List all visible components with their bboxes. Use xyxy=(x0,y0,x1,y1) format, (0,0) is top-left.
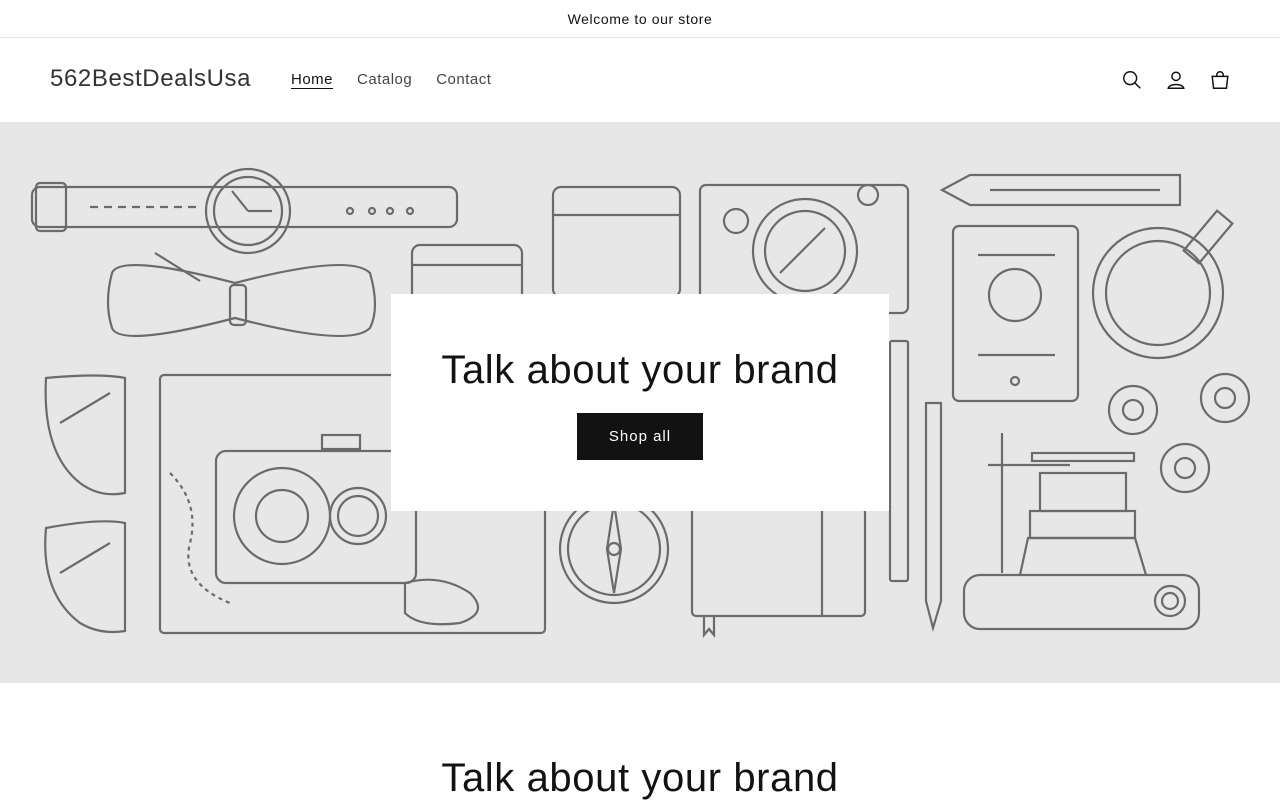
nav-home[interactable]: Home xyxy=(291,71,333,88)
account-icon[interactable] xyxy=(1154,66,1198,94)
section-title: Talk about your brand xyxy=(441,756,839,800)
cart-icon[interactable] xyxy=(1198,66,1242,94)
site-header: 562BestDealsUsa Home Catalog Contact xyxy=(0,38,1280,123)
announcement-text: Welcome to our store xyxy=(567,10,713,27)
hero-title: Talk about your brand xyxy=(441,348,839,392)
header-icons xyxy=(1110,66,1242,94)
store-logo[interactable]: 562BestDealsUsa xyxy=(50,65,251,93)
main-nav: Home Catalog Contact xyxy=(291,71,515,88)
search-icon[interactable] xyxy=(1110,66,1154,94)
hero-content-box: Talk about your brand Shop all xyxy=(391,294,889,511)
announcement-bar: Welcome to our store xyxy=(0,0,1280,38)
shop-all-button[interactable]: Shop all xyxy=(577,413,703,460)
hero-banner: Talk about your brand Shop all xyxy=(0,123,1280,683)
nav-contact[interactable]: Contact xyxy=(436,71,491,88)
nav-catalog[interactable]: Catalog xyxy=(357,71,412,88)
